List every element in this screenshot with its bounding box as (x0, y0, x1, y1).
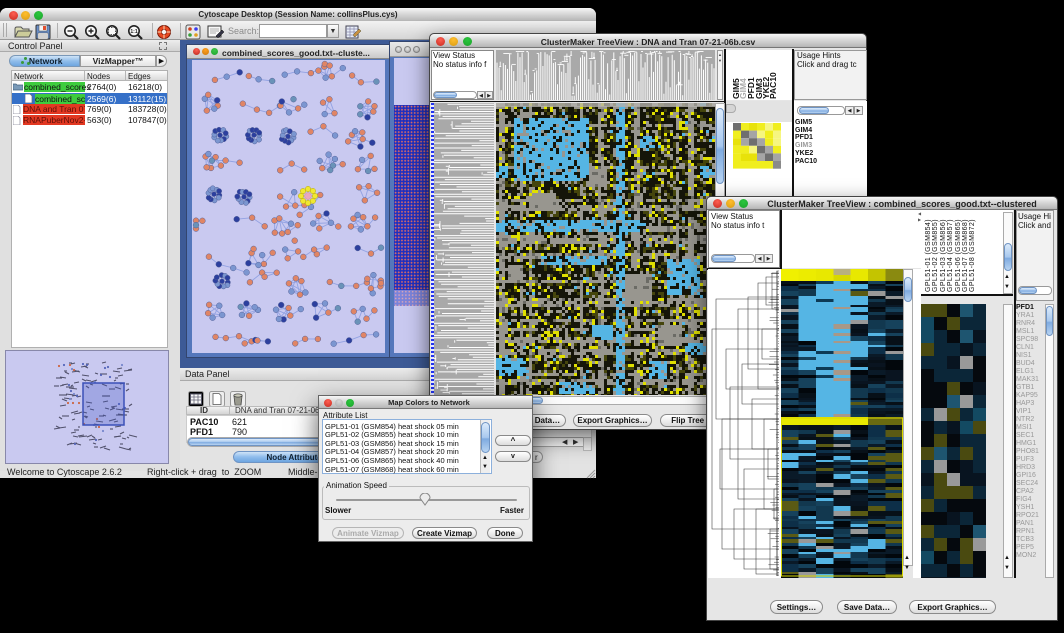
svg-text:1:1: 1:1 (130, 29, 137, 35)
